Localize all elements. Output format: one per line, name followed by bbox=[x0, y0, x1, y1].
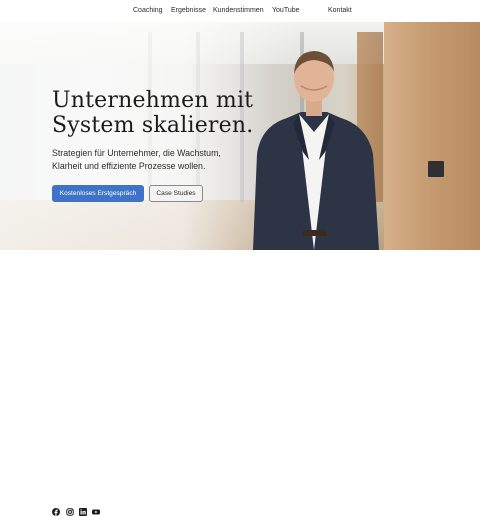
instagram-icon[interactable] bbox=[66, 508, 74, 516]
nav-link-coaching[interactable]: Coaching bbox=[133, 6, 163, 15]
hero-subtitle: Strategien für Unternehmer, die Wachstum… bbox=[52, 147, 252, 173]
book-free-consultation-button[interactable]: Kostenloses Erstgespräch bbox=[52, 185, 144, 202]
case-studies-button[interactable]: Case Studies bbox=[149, 185, 203, 202]
hero-section: Unternehmen mit System skalieren. Strate… bbox=[0, 22, 480, 250]
subtitle-line-2: Klarheit und effiziente Prozesse wollen. bbox=[52, 161, 206, 171]
nav-link-kontakt[interactable]: Kontakt bbox=[328, 6, 352, 15]
nav-link-ergebnisse[interactable]: Ergebnisse bbox=[171, 6, 206, 15]
subtitle-line-1: Strategien für Unternehmer, die Wachstum… bbox=[52, 148, 221, 158]
linkedin-icon[interactable] bbox=[79, 508, 87, 516]
headline-line-1: Unternehmen mit bbox=[52, 88, 254, 113]
headline-line-2: System skalieren. bbox=[52, 113, 254, 138]
hero-headline: Unternehmen mit System skalieren. bbox=[52, 88, 282, 138]
youtube-icon[interactable] bbox=[92, 508, 100, 516]
nav-link-kundenstimmen[interactable]: Kundenstimmen bbox=[213, 6, 264, 15]
social-footer bbox=[0, 250, 480, 516]
nav-link-youtube[interactable]: YouTube bbox=[272, 6, 300, 15]
facebook-icon[interactable] bbox=[52, 508, 60, 516]
businessman-photo bbox=[253, 51, 379, 250]
top-navigation: Coaching Ergebnisse Kundenstimmen YouTub… bbox=[0, 0, 480, 22]
